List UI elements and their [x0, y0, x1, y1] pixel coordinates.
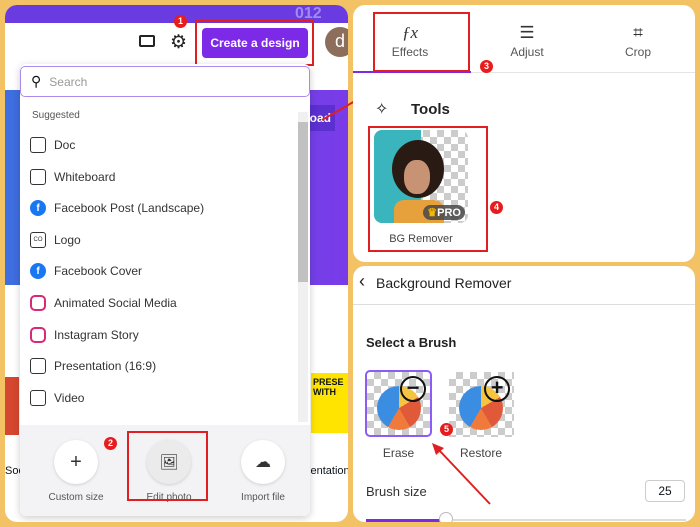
- presentation-icon: [30, 358, 46, 374]
- search-input[interactable]: ⚲ Search: [20, 66, 310, 97]
- thumb-left[interactable]: [5, 377, 19, 435]
- bg-text-right: sentation: [305, 465, 348, 477]
- instagram-icon: [30, 327, 46, 343]
- item-label: Video: [54, 391, 85, 405]
- avatar[interactable]: d: [325, 27, 348, 57]
- annotation-box-1: [195, 20, 314, 66]
- menu-item-instagram-story[interactable]: Instagram Story: [30, 320, 139, 350]
- doc-icon: [30, 137, 46, 153]
- tab-crop[interactable]: ⌗ Crop: [598, 23, 678, 59]
- menu-item-whiteboard[interactable]: Whiteboard: [30, 162, 115, 192]
- video-icon: [30, 390, 46, 406]
- item-label: Facebook Post (Landscape): [54, 201, 205, 215]
- item-label: Animated Social Media: [54, 296, 177, 310]
- menu-item-presentation[interactable]: Presentation (16:9): [30, 351, 156, 381]
- menu-item-video[interactable]: Video: [30, 383, 84, 413]
- custom-size-button[interactable]: +: [54, 440, 98, 484]
- facebook-icon: f: [30, 200, 46, 216]
- desktop-icon[interactable]: [139, 35, 155, 47]
- canva-home-panel: 012 oad PRESE WITH Soc sentation ⚙ Creat…: [5, 5, 348, 522]
- plus-icon: +: [70, 450, 82, 473]
- menu-item-facebook-post[interactable]: f Facebook Post (Landscape): [30, 193, 204, 223]
- custom-size-label: Custom size: [48, 492, 104, 503]
- crop-icon: ⌗: [633, 23, 643, 42]
- tools-heading: Tools: [411, 101, 450, 118]
- erase-brush-option[interactable]: −: [365, 370, 432, 437]
- tab-adjust[interactable]: ☰ Adjust: [487, 23, 567, 59]
- import-file-label: Import file: [241, 492, 285, 503]
- menu-item-animated-social[interactable]: Animated Social Media: [30, 288, 177, 318]
- annotation-badge-3: 3: [480, 60, 493, 73]
- search-icon: ⚲: [31, 73, 42, 89]
- menu-item-facebook-cover[interactable]: f Facebook Cover: [30, 256, 142, 286]
- sliders-icon: ☰: [519, 23, 535, 42]
- thumb-right[interactable]: PRESE WITH: [311, 373, 348, 433]
- search-placeholder: Search: [49, 74, 88, 89]
- panel-title: Background Remover: [376, 275, 512, 291]
- item-label: Instagram Story: [54, 328, 139, 342]
- slider-handle[interactable]: [439, 512, 453, 522]
- erase-label: Erase: [382, 446, 415, 460]
- annotation-box-2: [127, 431, 208, 501]
- facebook-icon: f: [30, 263, 46, 279]
- background-remover-panel: ‹ Background Remover Select a Brush − + …: [353, 266, 695, 522]
- gear-icon[interactable]: ⚙: [170, 31, 187, 54]
- brush-size-label: Brush size: [366, 484, 427, 499]
- item-label: Logo: [54, 233, 81, 247]
- slider-fill: [366, 519, 446, 522]
- section-label: Suggested: [32, 110, 80, 121]
- item-label: Doc: [54, 138, 76, 152]
- minus-icon: −: [400, 376, 426, 402]
- tab-label: Crop: [624, 45, 651, 59]
- scrollbar-thumb[interactable]: [298, 122, 308, 282]
- plus-icon: +: [484, 376, 510, 402]
- annotation-badge-2: 2: [104, 437, 117, 450]
- sparkle-icon: ✧: [375, 101, 389, 118]
- annotation-arrow-5: [432, 443, 491, 505]
- item-label: Whiteboard: [54, 170, 116, 184]
- annotation-box-4: [368, 126, 488, 252]
- edit-photo-panel: ƒx Effects ☰ Adjust ⌗ Crop 3 ✧ Tools ♛PRO B…: [353, 5, 695, 262]
- back-button[interactable]: ‹: [359, 271, 365, 292]
- annotation-badge-1: 1: [174, 15, 187, 28]
- logo-icon: CO: [30, 232, 46, 248]
- tab-divider: [471, 72, 695, 73]
- import-file-button[interactable]: ☁: [241, 440, 285, 484]
- annotation-box-3: [373, 12, 470, 72]
- whiteboard-icon: [30, 169, 46, 185]
- brush-size-input[interactable]: 25: [645, 480, 685, 502]
- restore-brush-option[interactable]: +: [449, 372, 514, 437]
- annotation-badge-4: 4: [490, 201, 503, 214]
- header-divider: [353, 304, 695, 305]
- menu-item-doc[interactable]: Doc: [30, 130, 75, 160]
- menu-item-logo[interactable]: CO Logo: [30, 225, 81, 255]
- cloud-upload-icon: ☁: [255, 454, 271, 471]
- instagram-icon: [30, 295, 46, 311]
- brush-size-slider[interactable]: [366, 512, 686, 522]
- item-label: Presentation (16:9): [54, 359, 157, 373]
- scrollbar[interactable]: [298, 112, 308, 422]
- brush-heading: Select a Brush: [366, 335, 457, 350]
- item-label: Facebook Cover: [54, 264, 143, 278]
- annotation-badge-5: 5: [440, 423, 453, 436]
- tab-label: Adjust: [510, 45, 544, 59]
